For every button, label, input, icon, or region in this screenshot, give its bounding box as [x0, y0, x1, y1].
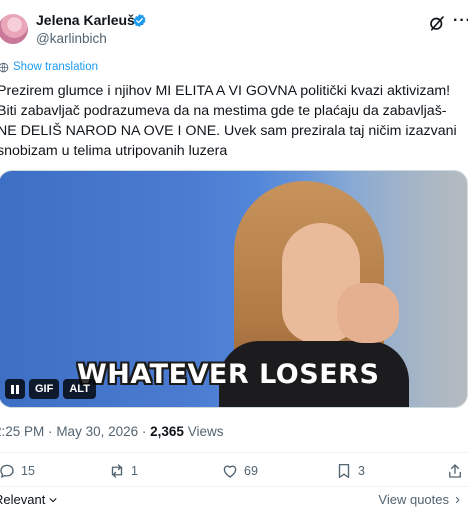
meta-separator: ·: [48, 424, 53, 439]
pause-glyph-icon: [11, 384, 19, 394]
replies-footer: Relevant View quotes: [0, 490, 468, 510]
tweet-time[interactable]: 2:25 PM: [0, 424, 44, 439]
author-name[interactable]: Jelena Karleuša: [36, 12, 143, 28]
more-options-icon[interactable]: ···: [453, 12, 468, 30]
reply-icon: [0, 464, 14, 478]
view-quotes-label[interactable]: View quotes: [378, 492, 449, 507]
avatar[interactable]: [0, 14, 28, 44]
tweet-header: Jelena Karleuša @karlinbich ···: [0, 8, 468, 52]
globe-icon: [0, 62, 9, 72]
tweet-line: NE DELIŠ NAROD NA OVE I ONE. Uvek sam pr…: [0, 123, 457, 139]
heart-icon: [223, 465, 237, 478]
reply-count: 15: [21, 464, 35, 478]
sort-label[interactable]: Relevant: [0, 492, 45, 507]
bookmark-button[interactable]: 3: [335, 462, 365, 480]
action-bar: 15 1 69 3: [0, 462, 468, 484]
repost-count: 1: [131, 464, 138, 478]
bookmark-icon: [338, 463, 350, 479]
media-controls: GIF ALT: [5, 379, 96, 399]
view-quotes-link[interactable]: View quotes: [378, 492, 462, 507]
show-translation-link[interactable]: Show translation: [0, 61, 98, 73]
share-icon: [449, 464, 461, 478]
gif-figure-hand: [337, 283, 399, 343]
like-count: 69: [244, 464, 258, 478]
chevron-down-icon: [49, 497, 57, 502]
alt-text-button[interactable]: ALT: [63, 379, 96, 399]
divider: [0, 452, 468, 453]
like-button[interactable]: 69: [221, 462, 258, 480]
gif-media[interactable]: WHATEVER LOSERS GIF ALT: [0, 170, 468, 408]
gif-badge: GIF: [29, 379, 60, 399]
share-button[interactable]: [446, 462, 464, 480]
tweet-line: snobizam u telima utripovanih luzera: [0, 143, 228, 159]
tweet-date[interactable]: May 30, 2026: [56, 424, 138, 439]
verified-badge-icon: [133, 13, 146, 28]
show-translation-label[interactable]: Show translation: [13, 61, 98, 73]
author-handle[interactable]: @karlinbich: [36, 31, 107, 46]
views-label: Views: [187, 424, 224, 439]
gif-caption: WHATEVER LOSERS: [77, 359, 380, 390]
bookmark-count: 3: [358, 464, 365, 478]
sort-replies-dropdown[interactable]: Relevant: [0, 492, 58, 507]
tweet-line: Biti zabavljač podrazumeva da na mestima…: [0, 103, 447, 119]
chevron-right-icon: [455, 496, 460, 503]
grok-icon[interactable]: [428, 14, 446, 32]
reply-button[interactable]: 15: [0, 462, 35, 480]
meta-separator: ·: [141, 424, 147, 439]
tweet-line: Prezirem glumce i njihov MI ELITA A VI G…: [0, 83, 451, 99]
repost-icon: [111, 464, 123, 478]
tweet-text: Prezirem glumce i njihov MI ELITA A VI G…: [0, 81, 468, 161]
views-count: 2,365: [150, 424, 184, 439]
divider: [0, 486, 468, 487]
repost-button[interactable]: 1: [108, 462, 138, 480]
tweet-meta: 2:25 PM · May 30, 2026 · 2,365 Views: [0, 424, 224, 439]
pause-icon[interactable]: [5, 379, 25, 399]
